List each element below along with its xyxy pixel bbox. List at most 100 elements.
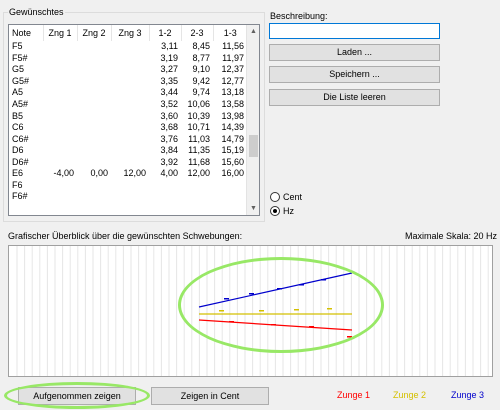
col-zng3[interactable]: Zng 3: [111, 25, 150, 41]
unit-cent-option[interactable]: Cent: [270, 192, 302, 202]
col-1-3[interactable]: 1-3: [213, 25, 247, 41]
save-button[interactable]: Speichern ...: [269, 66, 440, 83]
description-input[interactable]: [269, 23, 440, 39]
table-cell: [43, 41, 77, 53]
arrow-down-icon[interactable]: ▼: [247, 202, 259, 215]
table-cell: [77, 145, 111, 157]
table-cell: 14,79: [221, 133, 244, 144]
table-cell: G5#: [12, 75, 30, 86]
load-button[interactable]: Laden ...: [269, 44, 440, 61]
table-cell: A5: [12, 87, 24, 98]
table-cell: [43, 87, 77, 99]
table-cell: [43, 133, 77, 145]
table-cell: 13,58: [221, 99, 244, 109]
table-row[interactable]: A5# 3,52 10,06 13,58: [9, 99, 247, 111]
table-cell: D6#: [12, 156, 29, 167]
table-cell: C6: [12, 122, 24, 133]
table-cell: 12,77: [221, 75, 244, 86]
table-cell: 11,68: [188, 156, 210, 167]
table-row[interactable]: F6: [9, 180, 247, 192]
table-cell: 11,35: [188, 145, 210, 156]
legend-zunge-3: Zunge 3: [451, 390, 485, 400]
table-cell: [181, 191, 213, 203]
table-cell: F5#: [12, 52, 28, 63]
table-header-row: Note Zng 1 Zng 2 Zng 3 1-2 2-3 1-3: [9, 25, 247, 41]
table-row[interactable]: E6 -4,00 0,00 12,00 4,00 12,00 16,00: [9, 168, 247, 180]
table-cell: [111, 53, 149, 65]
table-scrollbar[interactable]: ▲ ▼: [246, 25, 259, 215]
table-row[interactable]: C6 3,68 10,71 14,39: [9, 122, 247, 134]
overview-title: Grafischer Überblick über die gewünschte…: [8, 231, 243, 241]
table-cell: 4,00: [160, 168, 178, 179]
table-row[interactable]: G5 3,27 9,10 12,37: [9, 64, 247, 76]
table-cell: 15,60: [221, 156, 244, 167]
table-row[interactable]: C6# 3,76 11,03 14,79: [9, 133, 247, 145]
radio-cent[interactable]: [270, 192, 280, 202]
table-cell: [77, 191, 111, 203]
table-cell: C6#: [12, 133, 29, 144]
table-row[interactable]: F5# 3,19 8,77 11,97: [9, 53, 247, 65]
table-cell: 12,00: [187, 168, 210, 179]
scroll-thumb[interactable]: [249, 135, 258, 157]
col-2-3[interactable]: 2-3: [181, 25, 214, 41]
table-cell: 9,42: [192, 75, 210, 86]
table-row[interactable]: D6 3,84 11,35 15,19: [9, 145, 247, 157]
table-cell: 8,45: [192, 41, 210, 52]
table-cell: [43, 110, 77, 122]
table-cell: [43, 180, 77, 192]
arrow-up-icon[interactable]: ▲: [247, 25, 259, 38]
table-cell: 10,39: [187, 110, 210, 121]
table-cell: 12,00: [123, 168, 146, 179]
table-row[interactable]: G5# 3,35 9,42 12,77: [9, 76, 247, 88]
table-cell: [111, 145, 149, 157]
col-1-2[interactable]: 1-2: [149, 25, 182, 41]
table-row[interactable]: F6#: [9, 191, 247, 203]
table-cell: [77, 110, 111, 122]
table-cell: [43, 122, 77, 134]
notes-table[interactable]: Note Zng 1 Zng 2 Zng 3 1-2 2-3 1-3 F5 3,1…: [8, 24, 260, 216]
radio-hz[interactable]: [270, 206, 280, 216]
description-label: Beschreibung:: [270, 11, 328, 21]
legend-zunge-1: Zunge 1: [337, 390, 371, 400]
col-note[interactable]: Note: [9, 25, 44, 41]
table-cell: [77, 76, 111, 88]
radio-cent-label: Cent: [283, 192, 303, 202]
table-cell: [111, 133, 149, 145]
col-zng1[interactable]: Zng 1: [43, 25, 78, 41]
table-cell: [111, 41, 149, 53]
table-cell: 8,77: [192, 52, 210, 63]
table-cell: 3,11: [161, 41, 178, 52]
table-cell: -4,00: [53, 168, 74, 179]
table-cell: [111, 191, 149, 203]
table-row[interactable]: B5 3,60 10,39 13,98: [9, 110, 247, 122]
table-cell: [43, 76, 77, 88]
table-cell: [111, 76, 149, 88]
table-row[interactable]: F5 3,11 8,45 11,56: [9, 41, 247, 53]
table-cell: [77, 122, 111, 134]
unit-hz-option[interactable]: Hz: [270, 206, 294, 216]
table-cell: 3,84: [160, 145, 178, 156]
clear-list-button[interactable]: Die Liste leeren: [269, 89, 440, 106]
table-cell: 0,00: [90, 168, 108, 179]
max-scale-label: Maximale Skala: 20 Hz: [405, 231, 498, 241]
table-cell: 3,27: [160, 64, 178, 75]
table-cell: [213, 180, 247, 192]
table-cell: 3,68: [160, 122, 178, 133]
table-cell: [111, 99, 149, 111]
col-zng2[interactable]: Zng 2: [77, 25, 112, 41]
table-row[interactable]: A5 3,44 9,74 13,18: [9, 87, 247, 99]
radio-hz-label: Hz: [283, 206, 294, 216]
table-cell: [213, 191, 247, 203]
table-cell: 3,19: [160, 52, 178, 63]
table-cell: F5: [12, 41, 23, 52]
table-row[interactable]: D6# 3,92 11,68 15,60: [9, 156, 247, 168]
table-cell: [43, 99, 77, 111]
table-cell: 12,37: [221, 64, 244, 75]
show-cent-button[interactable]: Zeigen in Cent: [151, 387, 269, 405]
table-cell: F6#: [12, 191, 28, 202]
table-cell: [43, 53, 77, 65]
wishes-group-title: Gewünschtes: [8, 7, 65, 17]
table-cell: D6: [12, 145, 24, 156]
table-cell: [43, 64, 77, 76]
legend-zunge-2: Zunge 2: [393, 390, 427, 400]
